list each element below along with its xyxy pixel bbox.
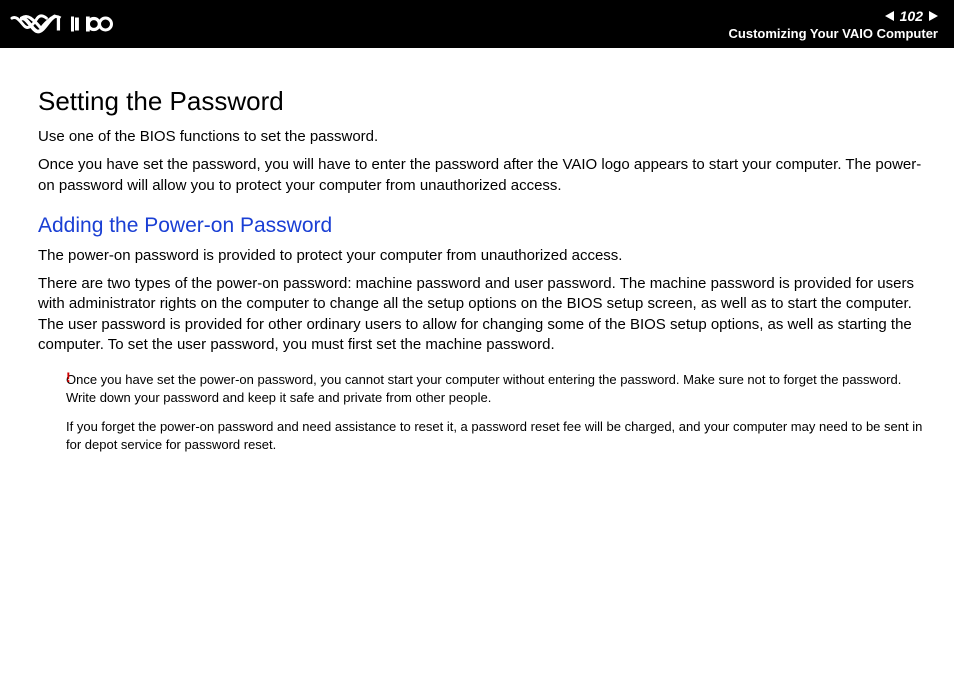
next-page-arrow-icon[interactable] <box>929 11 938 21</box>
paragraph-1: The power-on password is provided to pro… <box>38 246 924 266</box>
sub-heading: Adding the Power-on Password <box>38 214 924 238</box>
paragraph-2: There are two types of the power-on pass… <box>38 274 924 355</box>
section-label: Customizing Your VAIO Computer <box>729 26 938 41</box>
intro-paragraph-2: Once you have set the password, you will… <box>38 155 924 196</box>
warning-note-block: ! Once you have set the power-on passwor… <box>38 371 924 453</box>
vaio-logo <box>20 13 140 35</box>
intro-paragraph-1: Use one of the BIOS functions to set the… <box>38 127 924 147</box>
main-heading: Setting the Password <box>38 86 924 117</box>
warning-icon: ! <box>66 369 71 385</box>
prev-page-arrow-icon[interactable] <box>885 11 894 21</box>
note-text-1: Once you have set the power-on password,… <box>66 371 924 406</box>
page-number: 102 <box>900 8 923 24</box>
content-area: Setting the Password Use one of the BIOS… <box>0 48 954 485</box>
note-text-2: If you forget the power-on password and … <box>66 418 924 453</box>
header-bar: 102 Customizing Your VAIO Computer <box>0 0 954 48</box>
page-navigation: 102 <box>885 8 938 24</box>
header-right: 102 Customizing Your VAIO Computer <box>729 8 938 41</box>
